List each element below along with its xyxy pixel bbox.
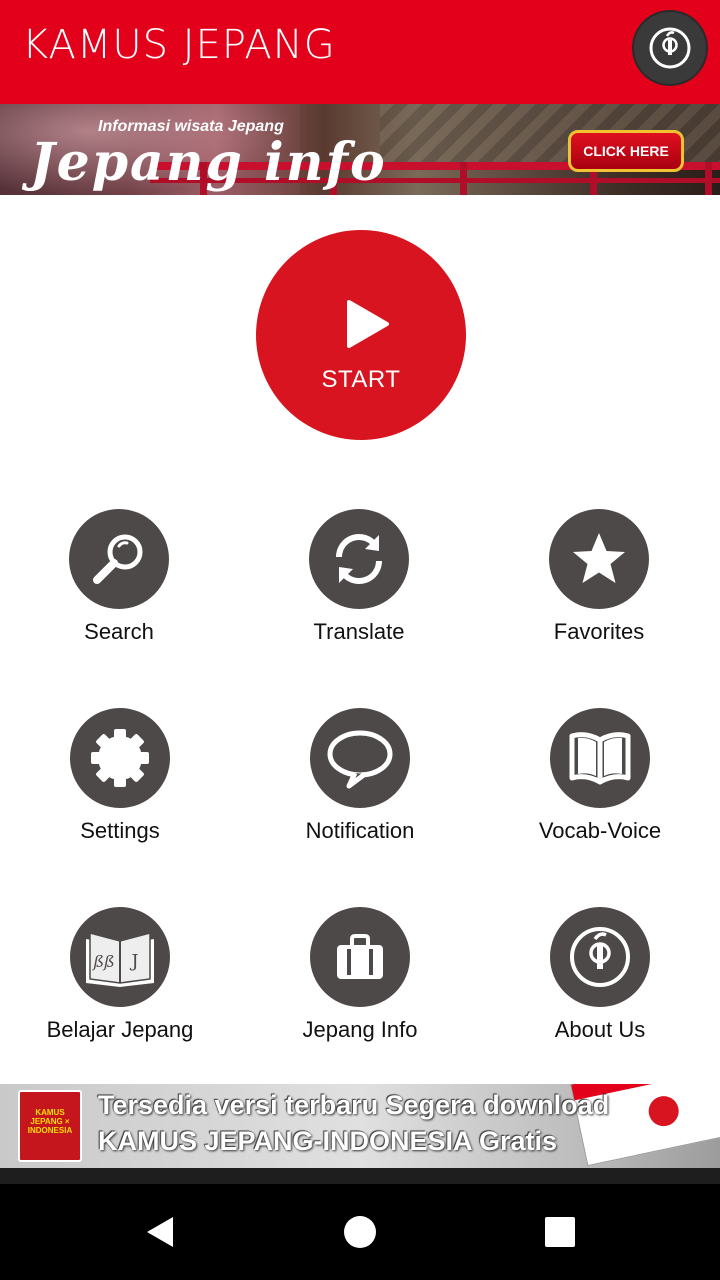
menu-item-jepang-info[interactable]: Jepang Info (260, 907, 460, 1057)
menu-icon-circle (310, 907, 410, 1007)
home-circle-icon (344, 1216, 376, 1248)
gear-icon (91, 729, 149, 787)
menu-label: Vocab-Voice (538, 818, 662, 843)
svg-text:J: J (129, 951, 138, 972)
app-header: KAMUS JEPANG (0, 0, 720, 104)
recents-square-icon (545, 1217, 575, 1247)
ad-text-line2: KAMUS JEPANG-INDONESIA Gratis (98, 1126, 558, 1156)
book-icon (569, 732, 631, 785)
bridge-post (705, 162, 712, 195)
menu-item-notification[interactable]: Notification (260, 708, 460, 858)
menu-item-translate[interactable]: Translate (259, 509, 459, 659)
menu-label: Notification (305, 818, 415, 843)
search-icon (93, 534, 143, 584)
menu-item-search[interactable]: Search (19, 509, 219, 659)
start-label: START (321, 366, 401, 393)
menu-icon-circle (70, 708, 170, 808)
ad-text-line1: Tersedia versi terbaru Segera download (98, 1090, 610, 1120)
ad-bottom-strip (0, 1168, 720, 1184)
menu-icon-circle (550, 708, 650, 808)
menu-icon-circle (69, 509, 169, 609)
nav-home-button[interactable] (340, 1212, 380, 1252)
app-title: KAMUS JEPANG (22, 22, 336, 68)
menu-icon-circle (310, 708, 410, 808)
menu-label: Translate (313, 619, 405, 644)
menu-label: Settings (80, 818, 160, 843)
ad-banner[interactable]: KAMUS JEPANG × INDONESIA Tersedia versi … (0, 1084, 720, 1168)
banner-logo: Jepang info (30, 132, 387, 193)
menu-item-belajar-jepang[interactable]: ßß J Belajar Jepang (20, 907, 220, 1057)
ad-book-image: KAMUS JEPANG × INDONESIA (18, 1090, 82, 1162)
back-triangle-icon (147, 1217, 173, 1247)
speech-bubble-icon (327, 730, 393, 789)
click-here-button[interactable]: CLICK HERE (568, 130, 684, 172)
menu-icon-circle (549, 509, 649, 609)
about-button[interactable] (634, 12, 706, 84)
nav-back-button[interactable] (140, 1212, 180, 1252)
star-icon (573, 533, 625, 583)
app-screen: KAMUS JEPANG Informasi wisata Jepang Jep… (0, 0, 720, 1280)
menu-icon-circle (550, 907, 650, 1007)
menu-label: About Us (554, 1017, 646, 1042)
start-button[interactable]: START (256, 230, 466, 440)
menu-item-settings[interactable]: Settings (20, 708, 220, 858)
about-info-icon (649, 27, 691, 69)
ad-phone-play-icon (645, 1093, 682, 1129)
learn-book-icon: ßß J (86, 932, 154, 987)
menu-label: Favorites (553, 619, 645, 644)
menu-icon-circle: ßß J (70, 907, 170, 1007)
menu-label: Search (84, 619, 154, 644)
nav-recents-button[interactable] (540, 1212, 580, 1252)
menu-label: Jepang Info (302, 1017, 418, 1042)
translate-icon (336, 534, 382, 584)
menu-item-favorites[interactable]: Favorites (499, 509, 699, 659)
about-info-icon (570, 927, 630, 987)
menu-label: Belajar Jepang (46, 1017, 194, 1042)
briefcase-icon (337, 934, 383, 979)
menu-item-about-us[interactable]: About Us (500, 907, 700, 1057)
bridge-post (460, 162, 467, 195)
menu-icon-circle (309, 509, 409, 609)
menu-item-vocab-voice[interactable]: Vocab-Voice (500, 708, 700, 858)
play-icon (347, 300, 389, 348)
system-nav-bar (0, 1184, 720, 1280)
svg-text:ßß: ßß (91, 952, 114, 971)
